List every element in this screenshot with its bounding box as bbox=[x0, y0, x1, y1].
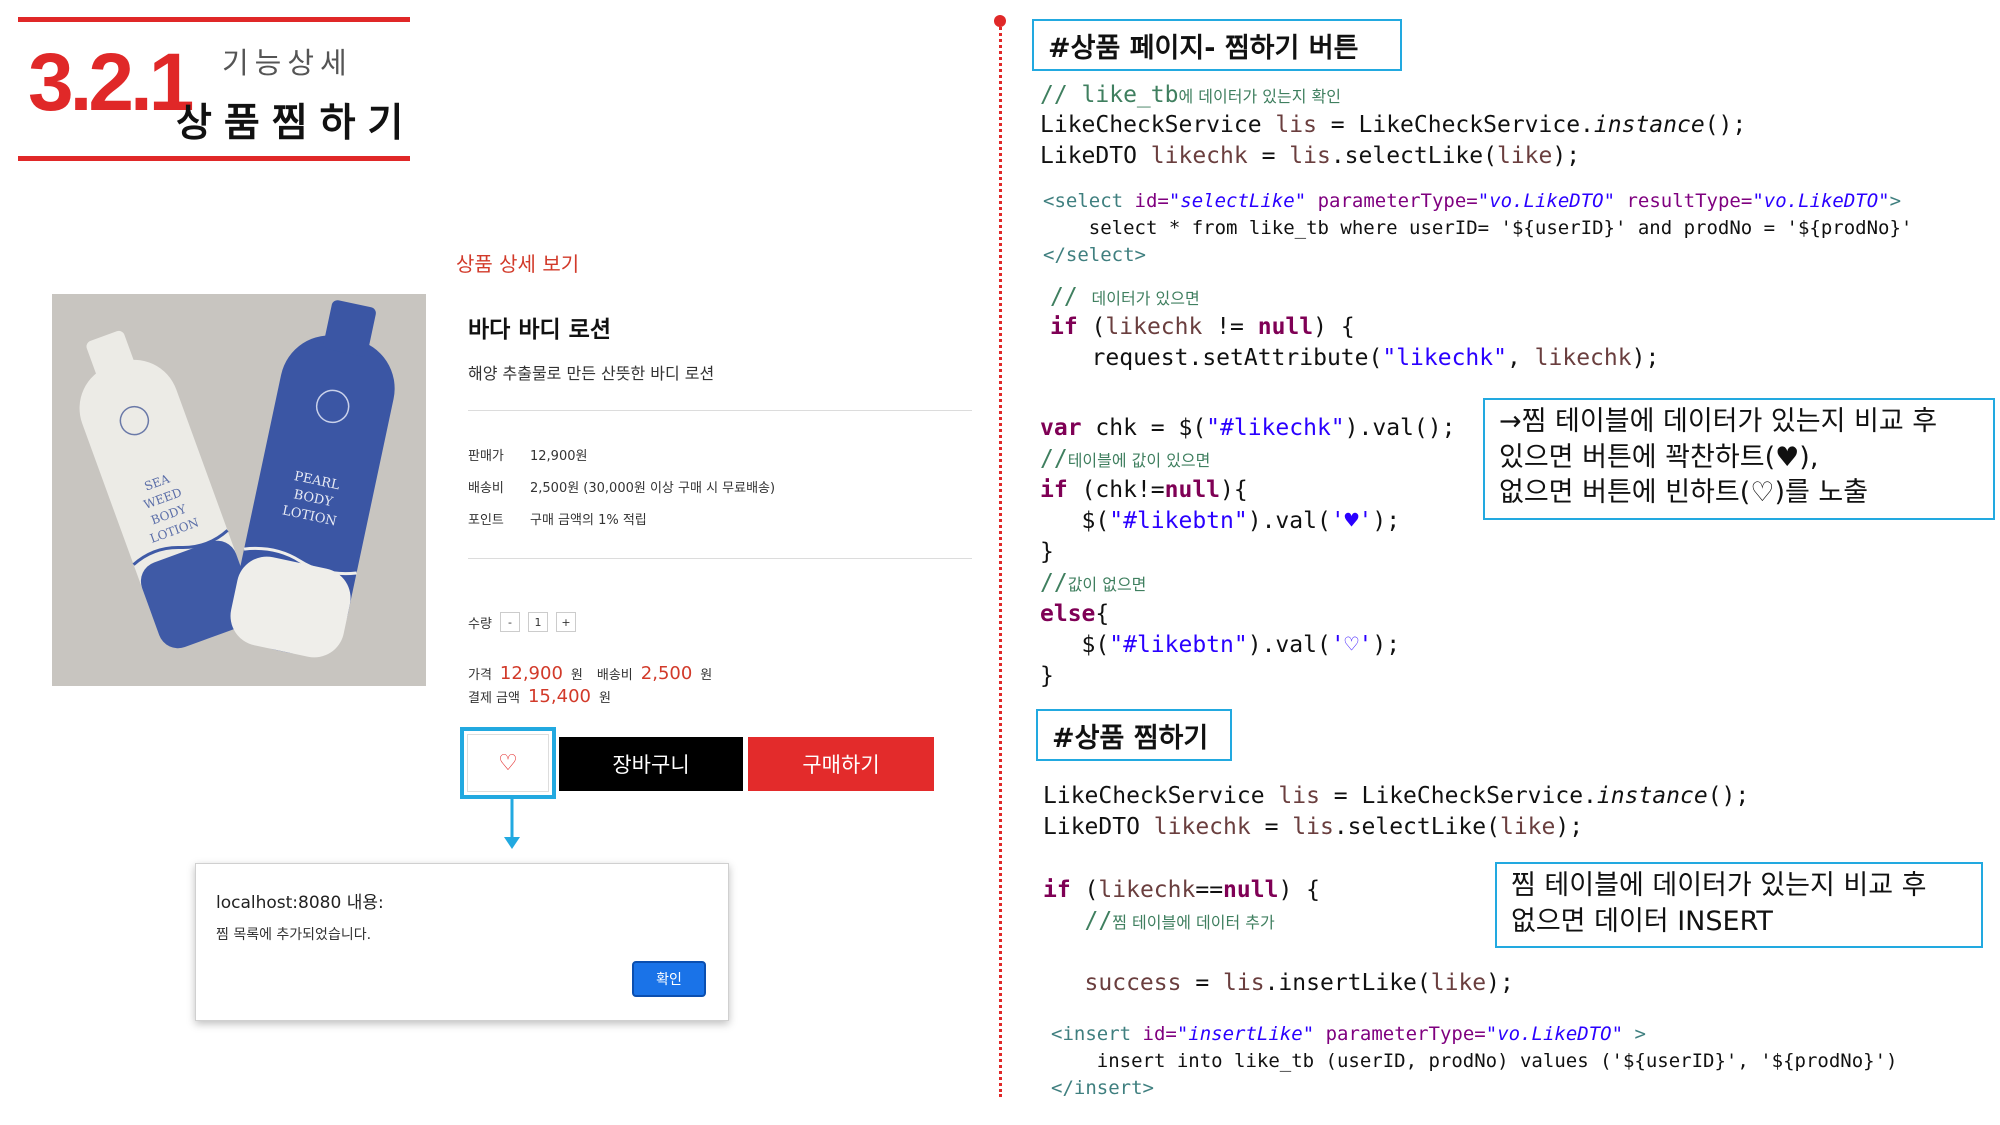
code-comment: //값이 없으면 bbox=[1040, 570, 1147, 596]
code-like-check-comment: // like_tb에 데이터가 있는지 확인 bbox=[1040, 82, 1341, 108]
section-subtitle: 기능상세 bbox=[222, 46, 353, 80]
product-description: 해양 추출물로 만든 산뜻한 바디 로션 bbox=[468, 364, 715, 383]
code-line: LikeDTO likechk = lis.selectLike(like); bbox=[1043, 814, 1584, 840]
cart-button[interactable]: 장바구니 bbox=[559, 737, 743, 791]
quantity-input[interactable]: 1 bbox=[528, 612, 548, 632]
code-line: if (likechk != null) { bbox=[1050, 314, 1355, 340]
note-line: 없으면 데이터 INSERT bbox=[1511, 905, 1773, 937]
note-line: 있으면 버튼에 꽉찬하트(♥), bbox=[1499, 441, 1819, 473]
code-line: LikeDTO likechk = lis.selectLike(like); bbox=[1040, 143, 1581, 169]
sql-select-close-tag: </select> bbox=[1043, 244, 1146, 266]
code-line: $("#likebtn").val('♡'); bbox=[1040, 632, 1401, 658]
quantity-plus-button[interactable]: + bbox=[556, 612, 576, 632]
code-line: $("#likebtn").val('♥'); bbox=[1040, 508, 1401, 534]
code-line: } bbox=[1040, 663, 1054, 689]
quantity-minus-button[interactable]: - bbox=[500, 612, 520, 632]
code-line: success = lis.insertLike(like); bbox=[1084, 970, 1514, 996]
note-heart-toggle: →찜 테이블에 데이터가 있는지 비교 후 있으면 버튼에 꽉찬하트(♥), 없… bbox=[1483, 398, 1995, 520]
price-summary-row: 가격 12,900 원 배송비 2,500 원 bbox=[468, 663, 712, 684]
sql-insert-open-tag: <insert id="insertLike" parameterType="v… bbox=[1051, 1023, 1646, 1045]
price-unit: 원 bbox=[570, 668, 583, 683]
price-info-value: 12,900원 bbox=[530, 449, 588, 464]
heading-product-like: #상품 찜하기 bbox=[1036, 709, 1232, 761]
code-line: else{ bbox=[1040, 601, 1110, 627]
point-info-value: 구매 금액의 1% 적립 bbox=[530, 513, 647, 528]
product-image: SEA WEED BODY LOTION PEARL BODY LOTION bbox=[52, 294, 426, 686]
sql-insert-close-tag: </insert> bbox=[1051, 1077, 1154, 1099]
shipping-info-value: 2,500원 (30,000원 이상 구매 시 무료배송) bbox=[530, 481, 776, 496]
note-line: 찜 테이블에 데이터가 있는지 비교 후 bbox=[1511, 870, 1927, 901]
heading-like-button: #상품 페이지- 찜하기 버튼 bbox=[1032, 19, 1402, 71]
code-comment: //테이블에 값이 있으면 bbox=[1040, 446, 1211, 472]
code-line: var chk = $("#likechk").val(); bbox=[1040, 415, 1456, 441]
code-line: if (likechk==null) { bbox=[1043, 877, 1320, 903]
vertical-dotted-divider bbox=[999, 22, 1002, 1097]
heart-outline-icon: ♡ bbox=[498, 750, 518, 776]
code-line: if (chk!=null){ bbox=[1040, 477, 1248, 503]
shipping-value: 2,500 bbox=[640, 663, 693, 684]
total-summary-row: 결제 금액 15,400 원 bbox=[468, 686, 611, 707]
code-line: request.setAttribute("likechk", likechk)… bbox=[1050, 345, 1660, 371]
divider-dot bbox=[994, 15, 1006, 27]
code-comment: // 데이터가 있으면 bbox=[1050, 284, 1200, 310]
shipping-unit: 원 bbox=[700, 668, 713, 683]
divider bbox=[468, 558, 972, 559]
note-insert-like: 찜 테이블에 데이터가 있는지 비교 후 없으면 데이터 INSERT bbox=[1495, 862, 1983, 948]
section-title: 상품찜하기 bbox=[176, 101, 416, 146]
code-line: } bbox=[1040, 539, 1054, 565]
total-value: 15,400 bbox=[527, 686, 591, 707]
price-info-label: 판매가 bbox=[468, 449, 504, 464]
code-comment: //찜 테이블에 데이터 추가 bbox=[1084, 908, 1275, 934]
header-top-rule bbox=[18, 17, 410, 22]
body-lotion-bottles-illustration: SEA WEED BODY LOTION PEARL BODY LOTION bbox=[52, 294, 426, 686]
buy-button[interactable]: 구매하기 bbox=[748, 737, 934, 791]
dialog-message: 찜 목록에 추가되었습니다. bbox=[216, 927, 372, 943]
header-bottom-rule bbox=[18, 156, 410, 161]
arrow-down-icon bbox=[504, 799, 520, 849]
total-label: 결제 금액 bbox=[468, 691, 520, 706]
alert-dialog: localhost:8080 내용: 찜 목록에 추가되었습니다. 확인 bbox=[195, 863, 729, 1021]
price-value: 12,900 bbox=[499, 663, 563, 684]
note-line: →찜 테이블에 데이터가 있는지 비교 후 bbox=[1499, 406, 1938, 437]
section-number: 3.2.1 bbox=[28, 37, 194, 128]
sql-select-open-tag: <select id="selectLike" parameterType="v… bbox=[1043, 190, 1902, 212]
product-name: 바다 바디 로션 bbox=[468, 317, 611, 343]
shipping-info-label: 배송비 bbox=[468, 481, 504, 496]
divider bbox=[468, 410, 972, 411]
total-unit: 원 bbox=[598, 691, 611, 706]
note-line: 없으면 버튼에 빈하트(♡)를 노출 bbox=[1499, 477, 1869, 509]
dialog-ok-button[interactable]: 확인 bbox=[632, 961, 706, 997]
dialog-title: localhost:8080 내용: bbox=[216, 893, 384, 913]
product-detail-link[interactable]: 상품 상세 보기 bbox=[456, 248, 579, 277]
code-line: LikeCheckService lis = LikeCheckService.… bbox=[1043, 783, 1750, 809]
like-button-highlight: ♡ bbox=[460, 727, 556, 799]
sql-insert-body: insert into like_tb (userID, prodNo) val… bbox=[1051, 1050, 1898, 1072]
code-line: LikeCheckService lis = LikeCheckService.… bbox=[1040, 112, 1747, 138]
sql-select-body: select * from like_tb where userID= '${u… bbox=[1043, 217, 1913, 239]
quantity-label: 수량 bbox=[468, 617, 492, 632]
price-label: 가격 bbox=[468, 668, 492, 683]
point-info-label: 포인트 bbox=[468, 513, 504, 528]
shipping-label: 배송비 bbox=[596, 668, 633, 683]
like-button[interactable]: ♡ bbox=[467, 734, 549, 792]
